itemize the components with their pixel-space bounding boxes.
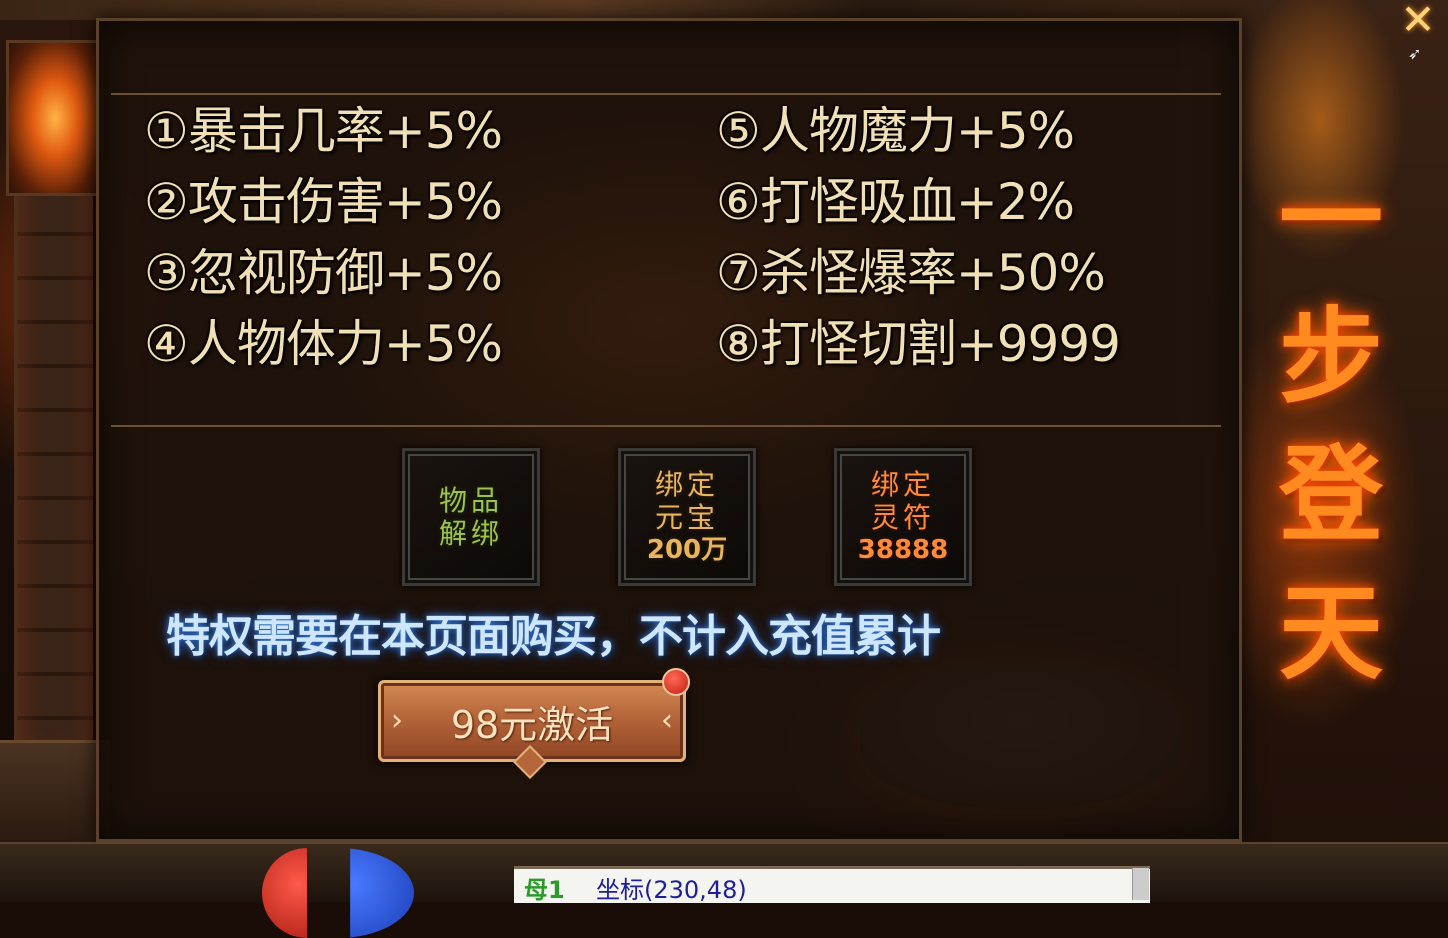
cursor-icon: ➶ (1408, 44, 1422, 63)
chat-scrollbar[interactable] (1132, 868, 1149, 900)
pillar-base (0, 740, 110, 843)
stats-list-right: ⑤人物魔力+5% ⑥打怪吸血+2% ⑦杀怪爆率+50% ⑧打怪切割+9999 (716, 96, 1121, 380)
chevron-right-icon: › (391, 703, 403, 738)
reward-bound-talisman[interactable]: 绑定 灵符 38888 (834, 448, 972, 586)
reward-label: 解绑 (438, 517, 503, 550)
stat-hp: ④人物体力+5% (144, 315, 503, 373)
banner-char: 登 (1278, 433, 1383, 556)
banner-char: 一 (1278, 157, 1383, 280)
stat-cleave: ⑧打怪切割+9999 (716, 315, 1121, 373)
pillar-lava-ornament (6, 40, 104, 196)
stat-attack-damage: ②攻击伤害+5% (144, 173, 503, 231)
notification-dot-icon (662, 668, 690, 696)
banner-char: 步 (1278, 295, 1383, 418)
stat-ignore-defense: ③忽视防御+5% (144, 244, 503, 302)
stat-crit-rate: ①暴击几率+5% (144, 102, 503, 160)
reward-item-unbind[interactable]: 物品 解绑 (402, 448, 540, 586)
close-icon[interactable]: ✕ (1388, 0, 1448, 41)
stats-list-left: ①暴击几率+5% ②攻击伤害+5% ③忽视防御+5% ④人物体力+5% (144, 96, 503, 380)
stat-mp: ⑤人物魔力+5% (716, 102, 1075, 160)
stat-drop-rate: ⑦杀怪爆率+50% (716, 244, 1106, 302)
activate-button-label: 98元激活 (450, 702, 614, 747)
reward-label: 物品 (438, 484, 503, 517)
reward-amount: 200万 (646, 534, 728, 565)
reward-label: 绑定 (654, 467, 719, 501)
reward-label: 绑定 (870, 467, 935, 501)
reward-bound-ingot[interactable]: 绑定 元宝 200万 (618, 448, 756, 586)
chevron-left-icon: ‹ (661, 703, 673, 738)
banner-char: 天 (1278, 571, 1383, 694)
vertical-banner: 一 步 登 天 (1266, 150, 1396, 702)
stat-lifesteal: ⑥打怪吸血+2% (716, 173, 1075, 231)
purchase-notice: 特权需要在本页面购买，不计入充值累计 (166, 611, 941, 662)
reward-label: 灵符 (870, 500, 935, 534)
reward-amount: 38888 (857, 534, 949, 565)
reward-label: 元宝 (654, 500, 719, 534)
